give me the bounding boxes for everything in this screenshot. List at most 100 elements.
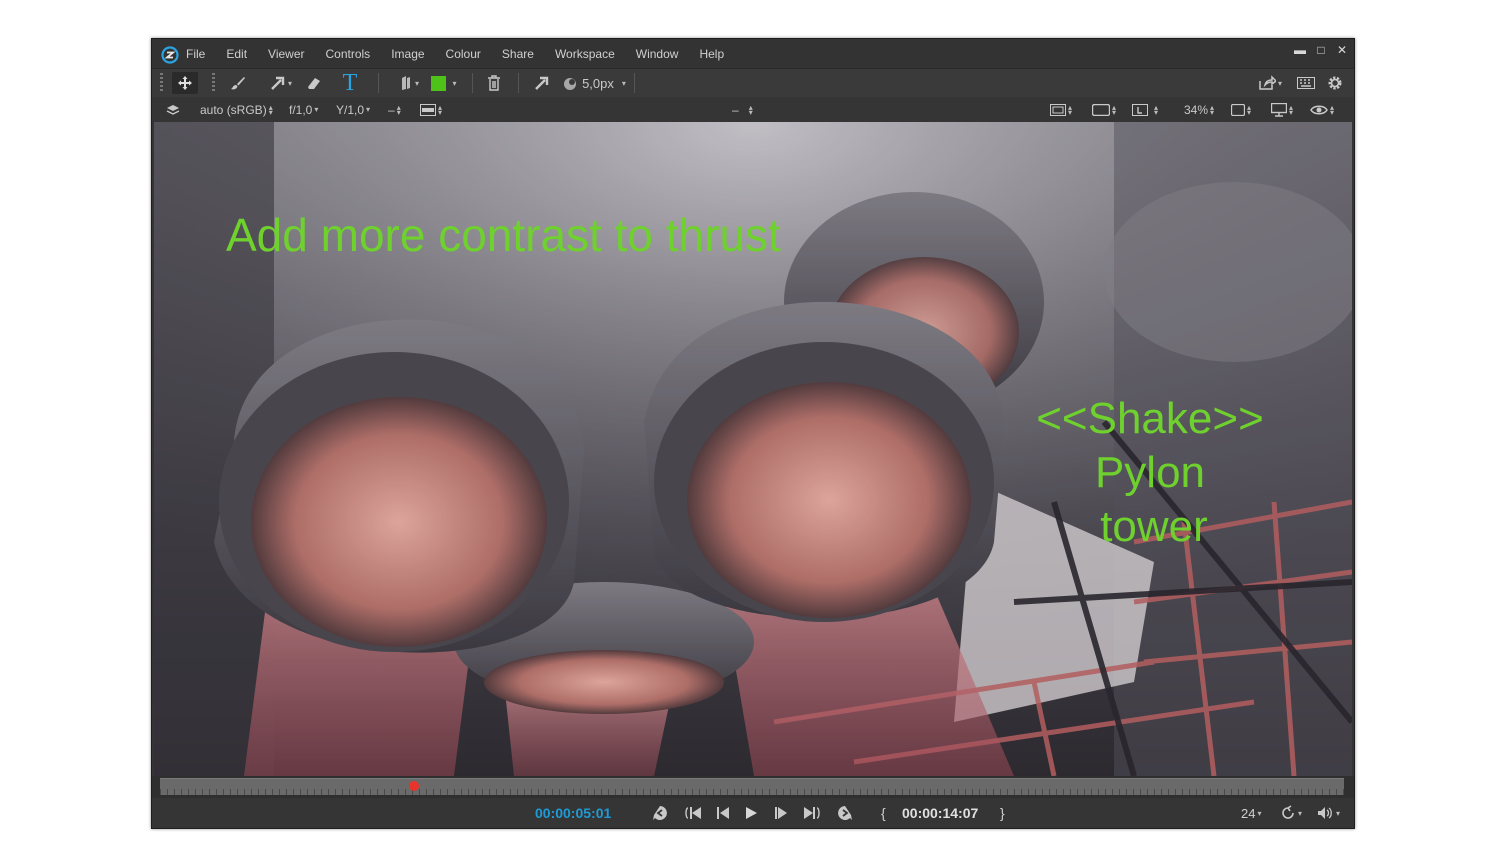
- brush-size-icon: [564, 78, 577, 90]
- annotation-shake[interactable]: <<Shake>>: [1026, 394, 1274, 444]
- playhead[interactable]: [408, 781, 419, 791]
- close-icon[interactable]: ✕: [1336, 43, 1348, 57]
- view-options-select[interactable]: ▴ ▾: [1310, 97, 1334, 122]
- brush-icon: [231, 77, 245, 90]
- move-tool-button[interactable]: [172, 72, 198, 94]
- go-to-end-button[interactable]: [802, 798, 820, 828]
- keyboard-button[interactable]: [1294, 72, 1318, 94]
- up-down-icon: ▴ ▾: [1068, 102, 1073, 117]
- compare-select[interactable]: – ▴ ▾: [732, 97, 753, 122]
- volume-select[interactable]: ▾: [1316, 798, 1340, 828]
- play-button[interactable]: [744, 798, 758, 828]
- settings-button[interactable]: [1324, 72, 1346, 94]
- text-tool-icon: T: [342, 69, 358, 96]
- mask-icon: [1092, 103, 1110, 116]
- menu-help[interactable]: Help: [699, 47, 724, 61]
- background-icon: [1231, 103, 1245, 116]
- color-space-select[interactable]: auto (sRGB) ▴ ▾: [200, 97, 273, 122]
- color-space-value: auto (sRGB): [200, 102, 267, 117]
- move-icon: [178, 76, 192, 90]
- prev-annotation-icon: [653, 806, 667, 820]
- display-mode-icon: [420, 103, 436, 116]
- layers-button[interactable]: [166, 97, 180, 122]
- export-icon: [1259, 75, 1276, 90]
- annotation-tower[interactable]: tower: [1026, 502, 1282, 552]
- monitor-select[interactable]: ▴ ▾: [1271, 97, 1293, 122]
- step-back-button[interactable]: [715, 798, 731, 828]
- menu-controls[interactable]: Controls: [326, 47, 371, 61]
- next-annotation-button[interactable]: [837, 798, 853, 828]
- lut-icon: [1132, 103, 1148, 116]
- fps-select[interactable]: 24 ▾: [1241, 798, 1261, 828]
- share-export-button[interactable]: ▾: [1254, 72, 1286, 94]
- mask-select[interactable]: ▴ ▾: [1092, 97, 1116, 122]
- menu-image[interactable]: Image: [391, 47, 424, 61]
- arrow-style-button[interactable]: [530, 72, 554, 94]
- end-timecode[interactable]: 00:00:14:07: [902, 798, 978, 828]
- timeline[interactable]: [152, 776, 1354, 798]
- play-icon: [746, 807, 757, 819]
- menu-edit[interactable]: Edit: [226, 47, 247, 61]
- menu-window[interactable]: Window: [636, 47, 679, 61]
- up-down-icon: ▴ ▾: [438, 102, 443, 117]
- toolbar-grip[interactable]: [160, 73, 163, 93]
- eye-icon: [1310, 105, 1328, 114]
- menu-share[interactable]: Share: [502, 47, 534, 61]
- brush-size-button[interactable]: 5,0px ▾: [560, 72, 628, 94]
- prev-annotation-button[interactable]: [652, 798, 668, 828]
- menu-viewer[interactable]: Viewer: [268, 47, 304, 61]
- window-controls: ▬ □ ✕: [1294, 43, 1348, 57]
- annotation-pylon[interactable]: Pylon: [1026, 448, 1274, 498]
- fstop-value: f/1,0: [289, 102, 313, 117]
- current-timecode[interactable]: 00:00:05:01: [535, 798, 611, 828]
- loop-icon: [1282, 805, 1294, 819]
- step-forward-button[interactable]: [773, 798, 789, 828]
- eraser-tool-button[interactable]: [302, 72, 326, 94]
- annotation-contrast[interactable]: Add more contrast to thrust: [226, 208, 781, 262]
- speaker-icon: [1318, 807, 1332, 819]
- image-viewer[interactable]: Add more contrast to thrust <<Shake>> Py…: [154, 122, 1352, 776]
- timeline-track[interactable]: [160, 778, 1344, 795]
- up-down-icon: ▴ ▾: [1247, 102, 1252, 117]
- menu-file[interactable]: File: [186, 47, 205, 61]
- zoom-value: 34%: [1184, 102, 1209, 117]
- text-tool-button[interactable]: T: [336, 69, 364, 96]
- color-picker-button[interactable]: ▾: [426, 72, 462, 94]
- line-style-button[interactable]: ▾: [392, 72, 426, 94]
- display-mode-select[interactable]: ▴ ▾: [420, 97, 442, 122]
- brush-tool-button[interactable]: [226, 72, 250, 94]
- layers-icon: [166, 104, 180, 115]
- arrow-style-icon: [535, 76, 549, 90]
- keyboard-icon: [1297, 77, 1315, 89]
- toolbar-grip[interactable]: [212, 73, 215, 93]
- gear-icon: [1328, 76, 1342, 90]
- in-point-button[interactable]: {: [881, 798, 886, 828]
- transport-bar: 00:00:05:01 {00:00:14:07} 24 ▾ ▾ ▾: [152, 798, 1354, 828]
- lut-select[interactable]: ▴ ▾: [1132, 97, 1158, 122]
- menu-workspace[interactable]: Workspace: [555, 47, 615, 61]
- gamma-select[interactable]: Y/1,0 ▾: [336, 97, 370, 122]
- go-to-start-button[interactable]: [685, 798, 703, 828]
- skip-start-icon: [685, 807, 701, 819]
- color-swatch: [431, 75, 447, 91]
- minimize-icon[interactable]: ▬: [1294, 43, 1306, 57]
- menu-colour[interactable]: Colour: [446, 47, 481, 61]
- menu-bar: File Edit Viewer Controls Image Colour S…: [152, 39, 1354, 68]
- arrow-tool-button[interactable]: ▾: [264, 72, 298, 94]
- menu-list: File Edit Viewer Controls Image Colour S…: [186, 39, 745, 68]
- frame-guide-select[interactable]: ▴ ▾: [1050, 97, 1072, 122]
- delete-button[interactable]: [482, 72, 506, 94]
- up-down-icon: ▴ ▾: [396, 102, 401, 117]
- up-down-icon: ▴ ▾: [1112, 102, 1117, 117]
- maximize-icon[interactable]: □: [1315, 43, 1327, 57]
- brush-size-value: 5,0px: [582, 75, 614, 91]
- background-select[interactable]: ▴ ▾: [1231, 97, 1251, 122]
- out-point-button[interactable]: }: [1000, 798, 1005, 828]
- step-forward-icon: [775, 807, 787, 819]
- trash-icon: [488, 75, 500, 91]
- loop-mode-select[interactable]: ▾: [1280, 798, 1302, 828]
- step-back-icon: [717, 807, 729, 819]
- fstop-select[interactable]: f/1,0 ▾: [289, 97, 318, 122]
- channel-select[interactable]: – ▴ ▾: [388, 97, 401, 122]
- zoom-select[interactable]: 34% ▴ ▾: [1184, 97, 1214, 122]
